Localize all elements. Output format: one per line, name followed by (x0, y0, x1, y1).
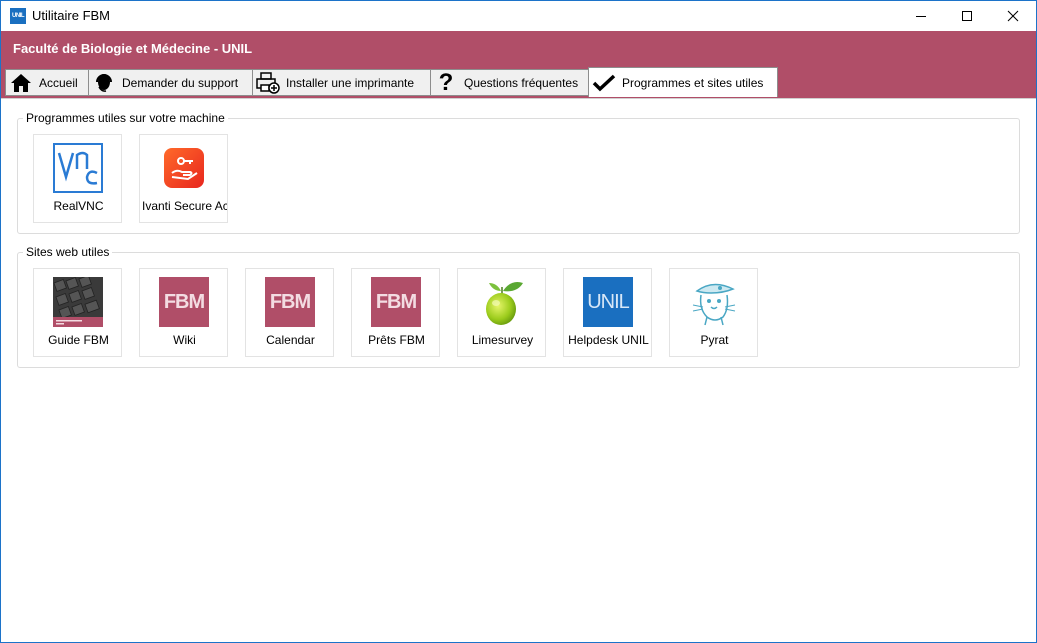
headset-icon (92, 71, 116, 95)
item-label: Calendar (266, 333, 315, 347)
item-label: RealVNC (53, 199, 104, 213)
close-icon (1007, 10, 1019, 22)
unil-logo-icon: UNIL (583, 277, 633, 327)
site-prets-fbm[interactable]: FBM Prêts FBM (351, 268, 440, 357)
programs-group: Programmes utiles sur votre machine Real… (17, 111, 1020, 234)
item-label: Ivanti Secure Acc (142, 199, 228, 213)
item-label: Prêts FBM (368, 333, 425, 347)
app-window: UNIL Utilitaire FBM Faculté de Biologie … (0, 0, 1037, 643)
group-label: Sites web utiles (23, 245, 113, 259)
pirate-rat-icon (689, 277, 739, 327)
item-label: Limesurvey (471, 333, 534, 347)
unil-app-icon: UNIL (10, 8, 26, 24)
tab-label: Installer une imprimante (286, 75, 415, 90)
printer-add-icon (256, 71, 280, 95)
site-wiki[interactable]: FBM Wiki (139, 268, 228, 357)
tab-label: Demander du support (122, 75, 239, 90)
tab-demander-support[interactable]: Demander du support (88, 69, 253, 96)
checkmark-icon (592, 71, 616, 95)
tab-label: Programmes et sites utiles (622, 75, 764, 90)
minimize-icon (916, 16, 926, 17)
banner-title: Faculté de Biologie et Médecine - UNIL (13, 41, 253, 56)
guide-keyboard-icon (53, 275, 103, 327)
item-label: Wiki (173, 333, 196, 347)
fbm-logo-icon: FBM (371, 277, 421, 327)
ivanti-launcher[interactable]: Ivanti Secure Acc (139, 134, 228, 223)
fbm-logo-icon: FBM (159, 277, 209, 327)
maximize-icon (962, 11, 972, 21)
tab-label: Accueil (39, 75, 78, 90)
site-calendar[interactable]: FBM Calendar (245, 268, 334, 357)
site-pyrat[interactable]: Pyrat (669, 268, 758, 357)
fbm-logo-icon: FBM (265, 277, 315, 327)
window-title: Utilitaire FBM (32, 8, 111, 23)
tab-installer-imprimante[interactable]: Installer une imprimante (252, 69, 431, 96)
lime-icon (477, 277, 527, 327)
item-label: Guide FBM (48, 333, 109, 347)
tab-programmes-sites[interactable]: Programmes et sites utiles (588, 67, 778, 97)
group-label: Programmes utiles sur votre machine (23, 111, 228, 125)
realvnc-launcher[interactable]: RealVNC (33, 134, 122, 223)
header-banner: Faculté de Biologie et Médecine - UNIL A… (1, 31, 1036, 98)
tab-label: Questions fréquentes (464, 75, 579, 90)
close-button[interactable] (990, 1, 1036, 31)
item-label: Helpdesk UNIL (568, 333, 649, 347)
title-bar: UNIL Utilitaire FBM (1, 1, 1036, 31)
tab-questions-frequentes[interactable]: ? Questions fréquentes (430, 69, 589, 96)
site-guide-fbm[interactable]: Guide FBM (33, 268, 122, 357)
tab-accueil[interactable]: Accueil (5, 69, 89, 96)
site-limesurvey[interactable]: Limesurvey (457, 268, 546, 357)
minimize-button[interactable] (898, 1, 944, 31)
item-label: Pyrat (700, 333, 729, 347)
ivanti-icon (163, 147, 205, 189)
question-mark-icon: ? (438, 68, 454, 96)
home-icon (9, 71, 33, 95)
websites-group: Sites web utiles Guide FBM FBM Wiki FBM … (17, 245, 1020, 368)
tab-content: Programmes utiles sur votre machine Real… (1, 98, 1036, 642)
realvnc-icon (53, 143, 103, 193)
site-helpdesk-unil[interactable]: UNIL Helpdesk UNIL (563, 268, 652, 357)
maximize-button[interactable] (944, 1, 990, 31)
